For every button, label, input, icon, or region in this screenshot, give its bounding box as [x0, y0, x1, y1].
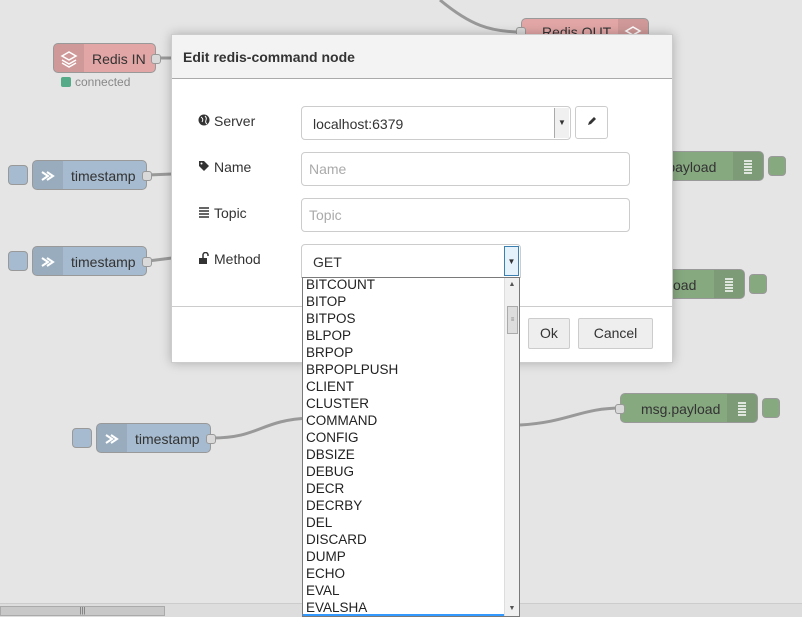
scroll-up-icon[interactable]: ▲ [505, 278, 519, 292]
method-option[interactable]: CONFIG [303, 429, 505, 446]
debug-toggle-button[interactable] [749, 274, 767, 294]
arrow-right-icon [33, 247, 63, 275]
node-label: Redis IN [92, 51, 146, 67]
status-dot-icon [61, 77, 71, 87]
list-icon [727, 394, 757, 422]
method-option[interactable]: EVAL [303, 582, 505, 599]
dialog-title: Edit redis-command node [172, 35, 672, 79]
method-option[interactable]: BRPOPLPUSH [303, 361, 505, 378]
topic-input[interactable] [301, 198, 630, 232]
scroll-down-icon[interactable]: ▼ [505, 602, 519, 616]
method-option[interactable]: BITOP [303, 293, 505, 310]
list-icon [714, 270, 744, 298]
server-select[interactable]: localhost:6379 ▼ [301, 106, 571, 140]
inject-node[interactable]: timestamp [8, 246, 152, 276]
output-port[interactable] [142, 171, 152, 181]
method-option[interactable]: COMMAND [303, 412, 505, 429]
method-option[interactable]: BLPOP [303, 327, 505, 344]
output-port[interactable] [206, 434, 216, 444]
list-icon [733, 152, 763, 180]
inject-button[interactable] [8, 165, 28, 185]
method-option[interactable]: CLIENT [303, 378, 505, 395]
debug-node[interactable]: msg.payload [615, 393, 780, 423]
output-port[interactable] [151, 54, 161, 64]
ok-button[interactable]: Ok [528, 318, 570, 349]
method-select[interactable]: GET ▼ [301, 244, 521, 278]
arrow-right-icon [97, 424, 127, 452]
method-option[interactable]: DECRBY [303, 497, 505, 514]
method-option[interactable]: DBSIZE [303, 446, 505, 463]
cancel-button[interactable]: Cancel [578, 318, 653, 349]
method-option[interactable]: ECHO [303, 565, 505, 582]
scrollbar-thumb[interactable]: ||| [0, 606, 165, 616]
node-status: connected [61, 75, 130, 89]
inject-node[interactable]: timestamp [72, 423, 216, 453]
server-label: Server [198, 113, 255, 129]
method-option[interactable]: BRPOP [303, 344, 505, 361]
inject-node[interactable]: timestamp [8, 160, 152, 190]
scrollbar-thumb[interactable]: ≡ [507, 306, 518, 334]
method-option[interactable]: CLUSTER [303, 395, 505, 412]
method-option[interactable]: DECR [303, 480, 505, 497]
node-label: timestamp [135, 431, 200, 447]
unlock-icon [198, 251, 210, 267]
redis-in-node[interactable]: Redis IN [53, 43, 161, 73]
node-label: timestamp [71, 168, 136, 184]
method-option[interactable]: DUMP [303, 548, 505, 565]
debug-toggle-button[interactable] [762, 398, 780, 418]
arrow-right-icon [33, 161, 63, 189]
chevron-down-icon[interactable]: ▼ [554, 108, 569, 138]
tag-icon [198, 160, 210, 175]
inject-button[interactable] [8, 251, 28, 271]
list-icon [198, 206, 210, 221]
name-label: Name [198, 159, 251, 175]
chevron-down-icon[interactable]: ▼ [504, 246, 519, 276]
method-label: Method [198, 251, 261, 267]
input-port[interactable] [615, 404, 625, 414]
method-option[interactable]: DEBUG [303, 463, 505, 480]
redis-icon [54, 44, 84, 72]
method-dropdown-list[interactable]: BITCOUNT BITOP BITPOS BLPOP BRPOP BRPOPLPUSH C… [302, 277, 520, 617]
method-option[interactable]: DEL [303, 514, 505, 531]
dropdown-scrollbar[interactable]: ▲ ≡ ▼ [504, 278, 519, 616]
globe-icon [198, 114, 210, 129]
node-label: msg.payload [641, 401, 721, 417]
debug-toggle-button[interactable] [768, 156, 786, 176]
method-option[interactable]: BITCOUNT [303, 278, 505, 293]
inject-button[interactable] [72, 428, 92, 448]
edit-server-button[interactable] [575, 106, 608, 139]
output-port[interactable] [142, 257, 152, 267]
method-options: BITCOUNT BITOP BITPOS BLPOP BRPOP BRPOPLPUSH C… [303, 278, 505, 616]
method-option[interactable]: BITPOS [303, 310, 505, 327]
pencil-icon [586, 115, 598, 130]
name-input[interactable] [301, 152, 630, 186]
topic-label: Topic [198, 205, 247, 221]
node-label: timestamp [71, 254, 136, 270]
method-option[interactable]: DISCARD [303, 531, 505, 548]
